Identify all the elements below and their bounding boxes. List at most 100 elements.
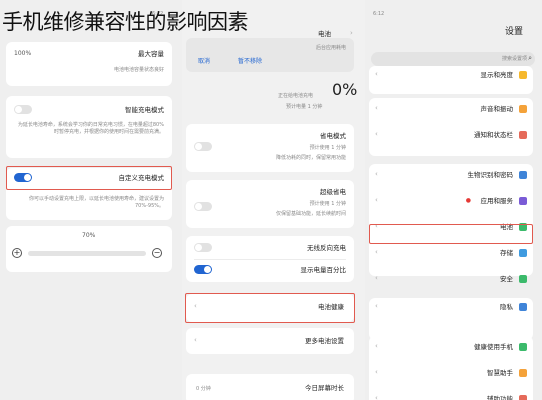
settings-item[interactable]: 声音和振动 ‹ <box>369 100 533 118</box>
plus-icon[interactable]: + <box>12 248 22 258</box>
power-saver-card: 省电模式 预计使用 1 分钟 降低功耗的同时，保留常用功能 <box>186 124 354 172</box>
more-battery-settings-row[interactable]: 更多电池设置 ‹ <box>186 328 354 354</box>
settings-item-label: 安全 <box>500 275 513 283</box>
notification-badge: ● <box>465 197 471 204</box>
power-saver-desc1: 预计使用 1 分钟 <box>309 145 346 151</box>
ultra-saver-title: 超级省电 <box>320 188 346 196</box>
chevron-icon: ‹ <box>375 130 378 138</box>
minus-icon[interactable]: − <box>152 248 162 258</box>
settings-item-label: 辅助功能 <box>487 395 513 400</box>
page-title: 手机维修兼容性的影响因素 <box>2 10 249 34</box>
chevron-icon: ‹ <box>375 394 378 400</box>
max-capacity-card: 最大容量 100% 电池电池容量状态良好 <box>6 42 172 86</box>
charge-limit-slider-card: 70% + − <box>6 226 172 272</box>
smart-charging-toggle[interactable] <box>14 105 32 114</box>
settings-item-icon <box>519 71 527 79</box>
search-input[interactable]: 搜索设置项 ⌕ <box>371 52 535 66</box>
settings-item-icon <box>519 131 527 139</box>
chevron-icon: ‹ <box>194 336 197 344</box>
settings-item-icon <box>519 197 527 205</box>
max-capacity-title: 最大容量 <box>138 50 164 58</box>
settings-item-icon <box>519 303 527 311</box>
search-icon: ⌕ <box>528 54 532 62</box>
max-capacity-desc: 电池电池容量状态良好 <box>113 67 164 73</box>
battery-item-highlight <box>369 224 533 244</box>
settings-item-label: 显示和亮度 <box>480 71 514 79</box>
chevron-icon: ‹ <box>375 104 378 112</box>
battery-health-highlight <box>185 293 355 323</box>
settings-item[interactable]: 生物识别和密码 ‹ <box>369 166 533 184</box>
settings-item[interactable]: 应用和服务 ‹ ● <box>369 192 533 210</box>
status-time: 6:12 <box>373 11 385 17</box>
battery-level-desc2: 预计电量 1 分钟 <box>286 104 323 110</box>
chevron-icon: ‹ <box>375 302 378 310</box>
charge-limit-slider[interactable] <box>28 251 146 256</box>
settings-item[interactable]: 存储 ‹ <box>369 244 533 262</box>
wireless-reverse-title: 无线反向充电 <box>307 244 346 252</box>
chevron-icon: ‹ <box>375 248 378 256</box>
power-saver-title: 省电模式 <box>320 132 346 140</box>
screen-time-title: 今日屏幕时长 <box>305 384 344 392</box>
settings-item[interactable]: 安全 ‹ <box>369 270 533 288</box>
settings-item-label: 生物识别和密码 <box>467 171 514 179</box>
chevron-icon: ‹ <box>375 170 378 178</box>
dialog-desc: 后台应用耗电 <box>315 45 346 51</box>
charging-settings-panel: 6:12 最大容量 100% 电池电池容量状态良好 智能充电模式 为延长电池寿命… <box>0 0 182 400</box>
battery-level: 0% <box>332 80 358 99</box>
chevron-icon: ‹ <box>375 196 378 204</box>
settings-item[interactable]: 健康使用手机 ‹ <box>369 338 533 356</box>
screen-time-value: 0 分钟 <box>196 386 211 392</box>
settings-item[interactable]: 隐私 ‹ <box>369 298 533 316</box>
background-drain-dialog: 后台应用耗电 取消 暂不移除 <box>186 38 354 72</box>
settings-item[interactable]: 辅助功能 ‹ <box>369 390 533 400</box>
settings-item[interactable]: 智慧助手 ‹ <box>369 364 533 382</box>
chevron-icon: ‹ <box>375 342 378 350</box>
settings-item-icon <box>519 395 527 400</box>
custom-charging-highlight <box>6 166 172 190</box>
ultra-saver-desc2: 仅保留基础功能，延长续航时间 <box>275 211 346 217</box>
back-icon[interactable]: › <box>350 29 353 37</box>
smart-charging-desc: 为延长电池寿命，系统会学习你的日常充电习惯，在电量超过80%时暂停充电，并根据你… <box>17 122 164 135</box>
ultra-saver-card: 超级省电 预计使用 1 分钟 仅保留基础功能，延长续航时间 <box>186 180 354 228</box>
custom-charging-desc: 你可以手动设置充电上限，以延长电池使用寿命，建议设置为70%-95%。 <box>28 196 164 209</box>
battery-header: 电池 <box>318 30 331 38</box>
settings-item-icon <box>519 343 527 351</box>
dialog-ok-button[interactable]: 暂不移除 <box>238 58 262 66</box>
ultra-saver-desc1: 预计使用 1 分钟 <box>309 201 346 207</box>
settings-item-icon <box>519 105 527 113</box>
battery-percent-toggle[interactable] <box>194 265 212 274</box>
settings-item-label: 声音和振动 <box>480 105 514 113</box>
chevron-icon: ‹ <box>375 368 378 376</box>
settings-item-label: 健康使用手机 <box>474 343 513 351</box>
toggles-card: 无线反向充电 显示电量百分比 <box>186 236 354 282</box>
max-capacity-value: 100% <box>14 50 32 57</box>
ultra-saver-toggle[interactable] <box>194 202 212 211</box>
more-battery-settings-title: 更多电池设置 <box>305 337 344 345</box>
settings-header: 设置 <box>505 27 524 37</box>
settings-item-label: 隐私 <box>500 303 513 311</box>
settings-item-label: 存储 <box>500 249 513 257</box>
dialog-cancel-button[interactable]: 取消 <box>198 58 210 66</box>
settings-item[interactable]: 显示和亮度 ‹ <box>369 66 533 84</box>
settings-item-label: 通知和状态栏 <box>474 131 513 139</box>
chevron-icon: ‹ <box>375 70 378 78</box>
settings-item-icon <box>519 275 527 283</box>
power-saver-desc2: 降低功耗的同时，保留常用功能 <box>275 155 346 161</box>
settings-item-icon <box>519 369 527 377</box>
power-saver-toggle[interactable] <box>194 142 212 151</box>
settings-item-icon <box>519 249 527 257</box>
search-placeholder: 搜索设置项 <box>501 56 527 62</box>
settings-item-label: 应用和服务 <box>480 197 514 205</box>
battery-level-desc1: 正在给电池充电 <box>278 93 314 99</box>
settings-panel: 6:12 设置 搜索设置项 ⌕ 显示和亮度 ‹ 声音和振动 ‹ 通知和状态栏 ‹ 生物识别和… <box>365 0 542 400</box>
battery-percent-title: 显示电量百分比 <box>300 266 347 274</box>
smart-charging-card: 智能充电模式 为延长电池寿命，系统会学习你的日常充电习惯，在电量超过80%时暂停… <box>6 96 172 158</box>
settings-item[interactable]: 通知和状态栏 ‹ <box>369 126 533 144</box>
settings-item-label: 智慧助手 <box>487 369 513 377</box>
wireless-reverse-toggle[interactable] <box>194 243 212 252</box>
screen-time-card: 今日屏幕时长 0 分钟 <box>186 374 354 400</box>
slider-value: 70% <box>82 232 96 239</box>
chevron-icon: ‹ <box>375 274 378 282</box>
settings-item-icon <box>519 171 527 179</box>
smart-charging-title: 智能充电模式 <box>125 106 164 114</box>
